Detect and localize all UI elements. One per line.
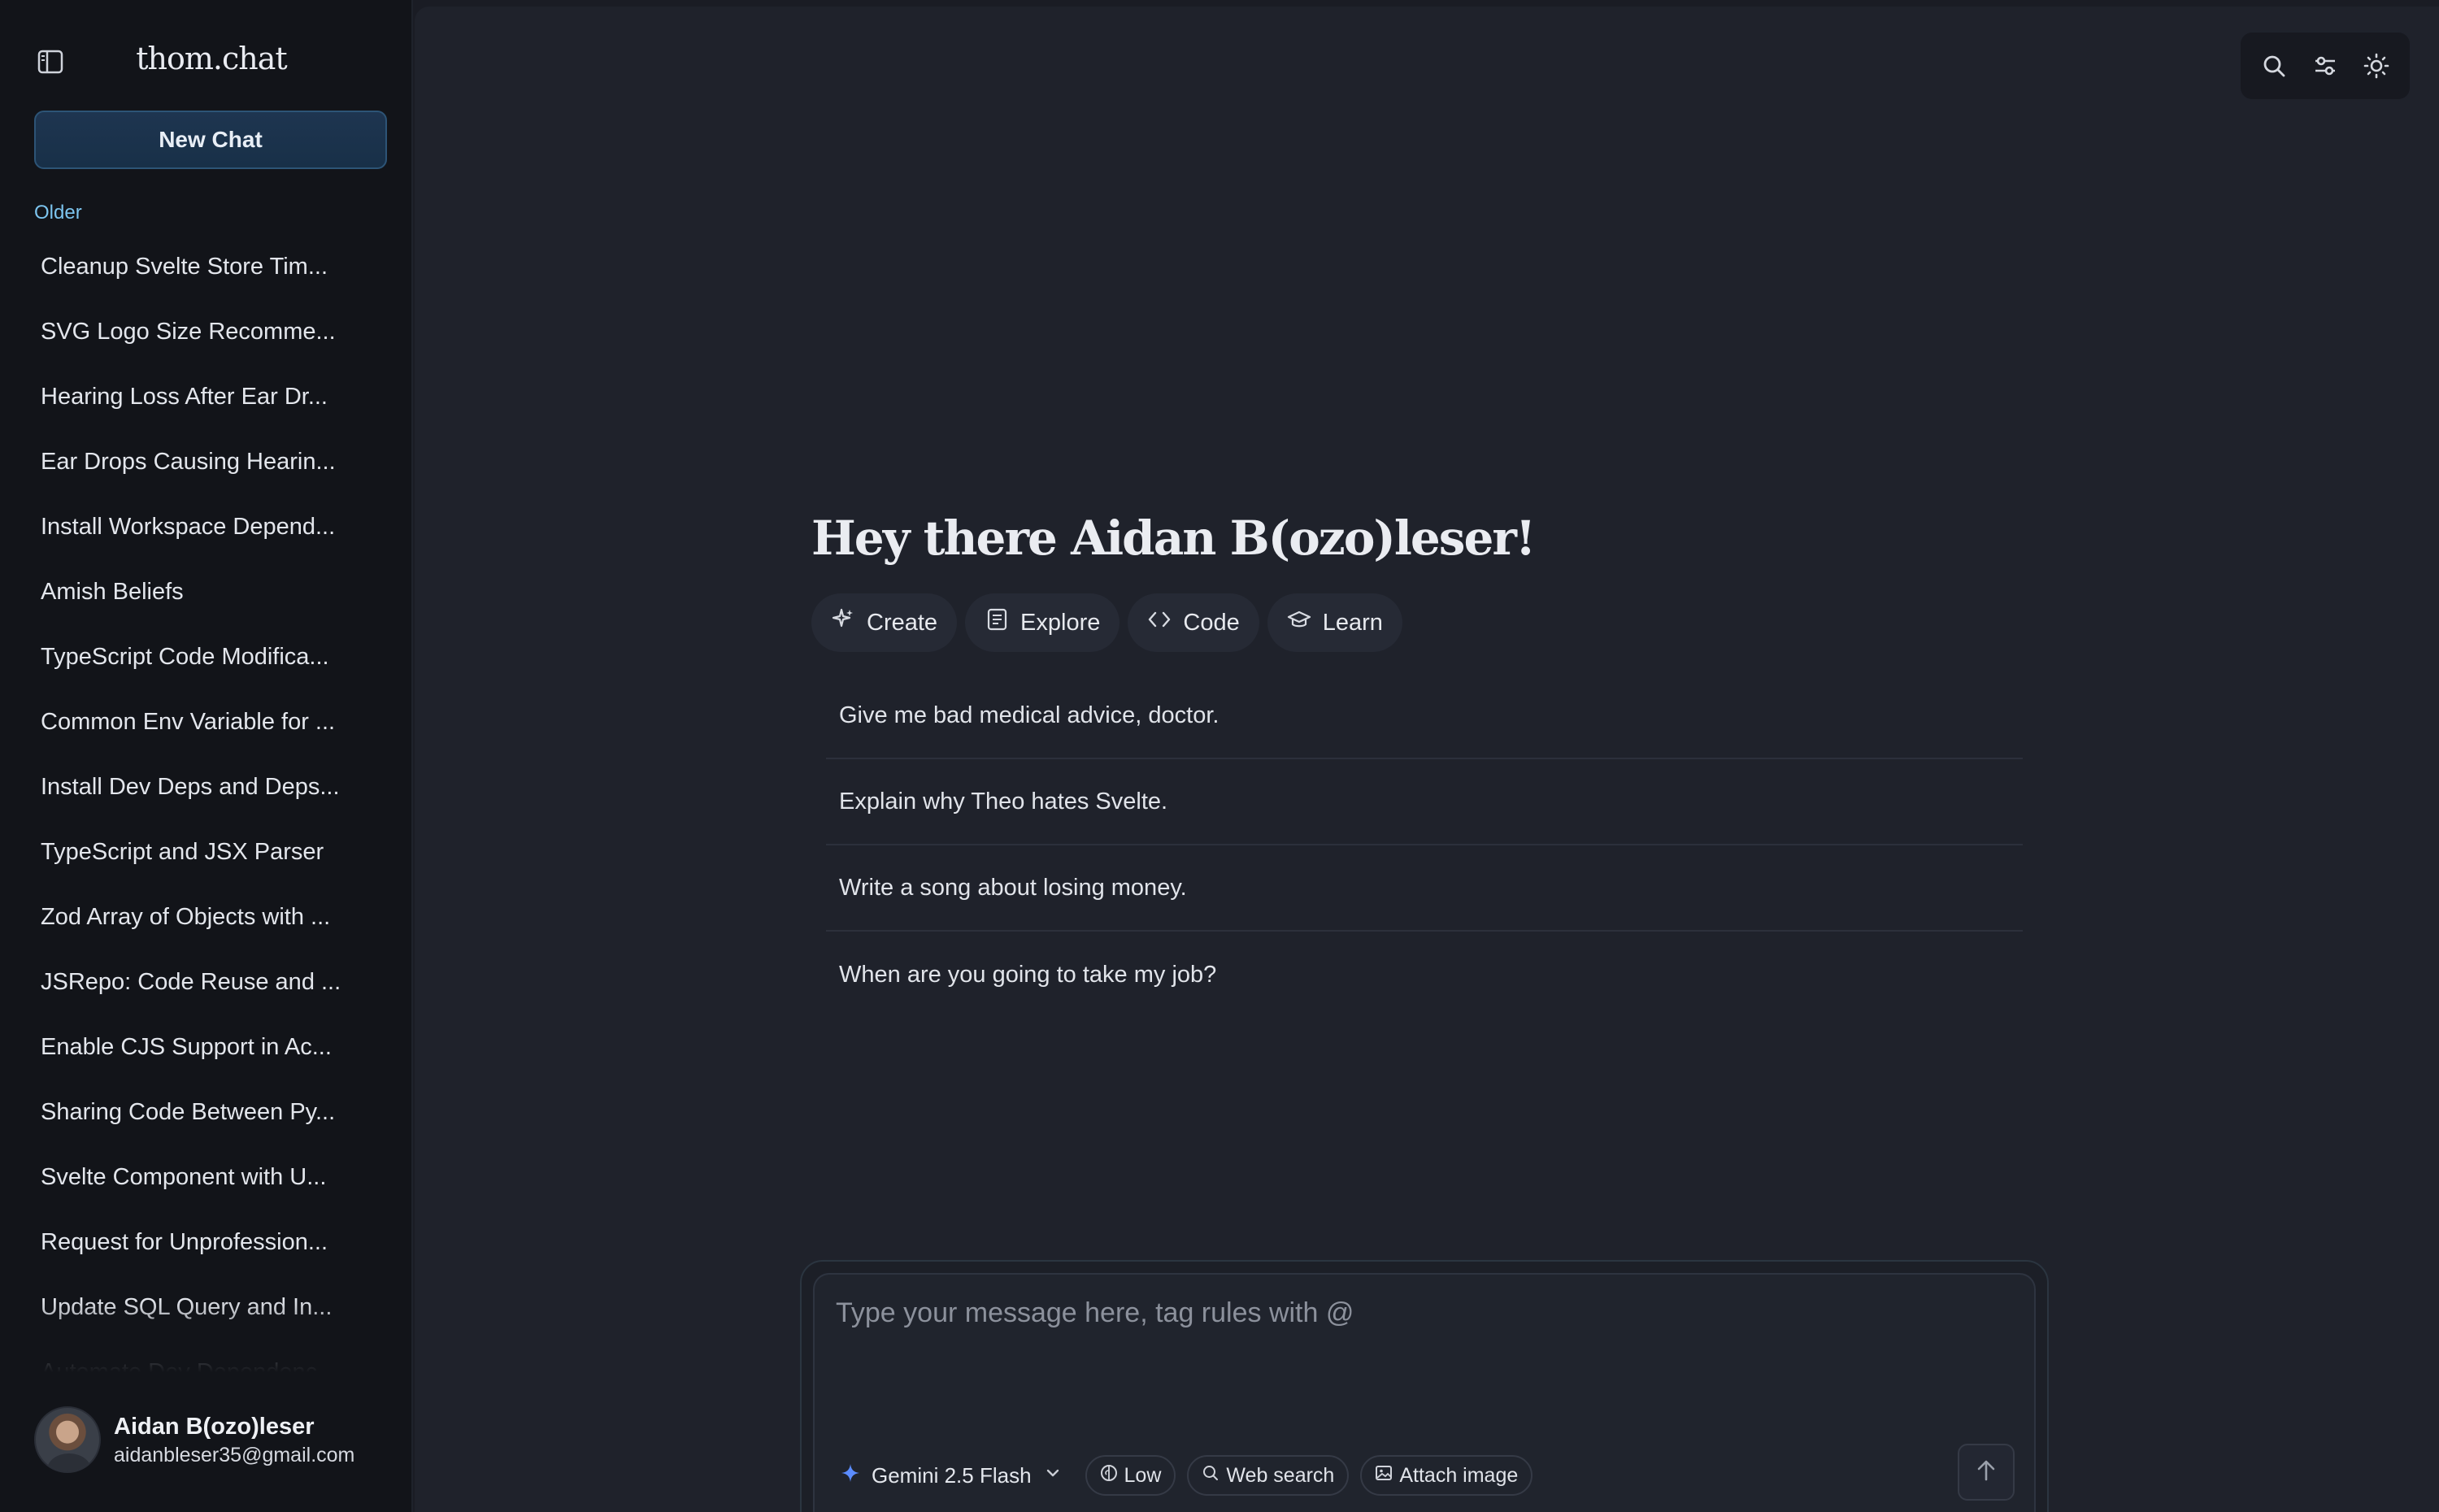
chat-history-item[interactable]: Cleanup Svelte Store Tim... (24, 234, 398, 299)
code-icon (1147, 607, 1172, 638)
model-selector[interactable]: Gemini 2.5 Flash (829, 1453, 1074, 1497)
newspaper-icon (985, 607, 1009, 638)
model-name: Gemini 2.5 Flash (872, 1462, 1032, 1488)
send-button[interactable] (1958, 1444, 2015, 1501)
chat-history-item[interactable]: Sharing Code Between Py... (24, 1080, 398, 1145)
chat-history-item[interactable]: Hearing Loss After Ear Dr... (24, 364, 398, 429)
chat-history-item[interactable]: Install Workspace Depend... (24, 494, 398, 559)
sun-icon[interactable] (2357, 46, 2396, 85)
sidebar-toggle-icon[interactable] (34, 47, 67, 76)
main-panel: Hey there Aidan B(ozo)leser! Create Expl… (415, 7, 2439, 1512)
chat-history-item[interactable]: Svelte Component with U... (24, 1145, 398, 1210)
sparkles-icon (831, 607, 855, 638)
chat-history-item[interactable]: TypeScript Code Modifica... (24, 624, 398, 689)
reasoning-label: Low (1124, 1463, 1162, 1487)
composer-frame: Gemini 2.5 Flash Low Web search Attach i… (800, 1260, 2049, 1512)
web-search-button[interactable]: Web search (1187, 1455, 1350, 1496)
greeting-heading: Hey there Aidan B(ozo)leser! (811, 511, 1536, 566)
chat-history-item[interactable]: Common Env Variable for ... (24, 689, 398, 754)
composer: Gemini 2.5 Flash Low Web search Attach i… (813, 1273, 2036, 1512)
new-chat-button[interactable]: New Chat (34, 111, 387, 169)
user-info: Aidan B(ozo)leser aidanbleser35@gmail.co… (114, 1411, 354, 1468)
user-name: Aidan B(ozo)leser (114, 1414, 315, 1440)
app-window: thom.chat New Chat Older Cleanup Svelte … (0, 0, 2439, 1512)
user-email: aidanbleser35@gmail.com (114, 1444, 355, 1466)
graduation-cap-icon (1287, 607, 1311, 638)
suggestion-item[interactable]: Give me bad medical advice, doctor. (826, 673, 2023, 759)
category-label: Learn (1322, 609, 1383, 636)
category-create-button[interactable]: Create (811, 593, 958, 652)
category-label: Code (1183, 609, 1240, 636)
image-icon (1375, 1464, 1393, 1488)
message-input[interactable] (836, 1297, 2006, 1395)
chat-history-item[interactable]: TypeScript and JSX Parser (24, 819, 398, 884)
brand-logo: thom.chat (136, 41, 287, 76)
chat-history-item[interactable]: SVG Logo Size Recomme... (24, 299, 398, 364)
suggestion-item[interactable]: When are you going to take my job? (826, 932, 2023, 1018)
chevron-down-icon (1043, 1463, 1063, 1488)
chat-history-item[interactable]: JSRepo: Code Reuse and ... (24, 949, 398, 1015)
suggestion-item[interactable]: Write a song about losing money. (826, 845, 2023, 932)
web-search-label: Web search (1226, 1463, 1335, 1487)
attach-image-button[interactable]: Attach image (1360, 1455, 1533, 1496)
chat-history-item[interactable]: Automate Dev Dependenc... (24, 1340, 398, 1373)
chat-history-item[interactable]: Zod Array of Objects with ... (24, 884, 398, 949)
attach-image-label: Attach image (1399, 1463, 1519, 1487)
category-label: Create (867, 609, 938, 636)
reasoning-effort-button[interactable]: Low (1085, 1455, 1176, 1496)
sidebar: thom.chat New Chat Older Cleanup Svelte … (0, 0, 413, 1512)
settings-sliders-icon[interactable] (2306, 46, 2345, 85)
category-tabs: Create Explore Code Learn (811, 593, 1402, 652)
chat-history-item[interactable]: Update SQL Query and In... (24, 1275, 398, 1340)
top-toolbar (2241, 33, 2410, 99)
search-icon[interactable] (2254, 46, 2293, 85)
arrow-up-icon (1973, 1458, 1999, 1488)
chat-history-item[interactable]: Enable CJS Support in Ac... (24, 1015, 398, 1080)
avatar (34, 1406, 101, 1473)
gemini-star-icon (841, 1463, 860, 1488)
chat-history-list: Cleanup Svelte Store Tim... SVG Logo Siz… (24, 234, 398, 1372)
composer-toolbar: Gemini 2.5 Flash Low Web search Attach i… (829, 1453, 1533, 1497)
category-label: Explore (1020, 609, 1101, 636)
chat-history-item[interactable]: Request for Unprofession... (24, 1210, 398, 1275)
chat-history-item[interactable]: Ear Drops Causing Hearin... (24, 429, 398, 494)
search-icon (1202, 1464, 1220, 1488)
section-label-older: Older (34, 202, 82, 224)
brain-icon (1100, 1464, 1118, 1488)
suggestion-list: Give me bad medical advice, doctor. Expl… (826, 673, 2023, 1018)
chat-history-item[interactable]: Install Dev Deps and Deps... (24, 754, 398, 819)
category-explore-button[interactable]: Explore (965, 593, 1120, 652)
category-learn-button[interactable]: Learn (1267, 593, 1402, 652)
chat-history-item[interactable]: Amish Beliefs (24, 559, 398, 624)
suggestion-item[interactable]: Explain why Theo hates Svelte. (826, 759, 2023, 845)
category-code-button[interactable]: Code (1128, 593, 1259, 652)
user-profile[interactable]: Aidan B(ozo)leser aidanbleser35@gmail.co… (34, 1395, 392, 1484)
